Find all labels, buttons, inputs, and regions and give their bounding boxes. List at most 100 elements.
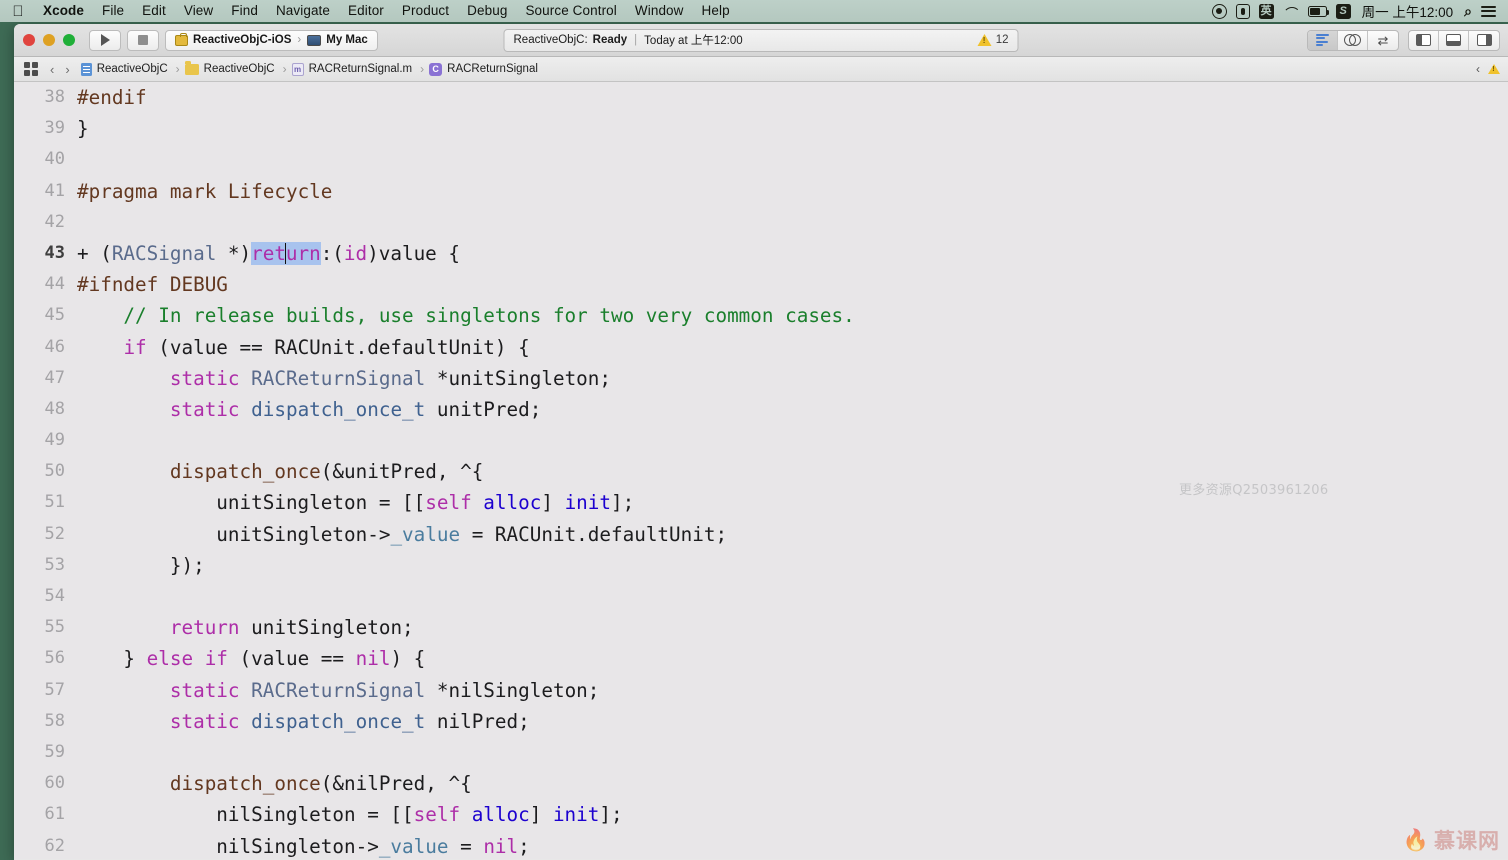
previous-issue-button[interactable]: ‹	[1476, 62, 1480, 76]
version-editor-button[interactable]: ⇄	[1368, 31, 1398, 50]
line-number: 49	[44, 430, 65, 451]
code-line[interactable]: 61 nilSingleton = [[self alloc] init];	[14, 799, 1508, 830]
menu-item-find[interactable]: Find	[222, 2, 267, 20]
breadcrumb-symbol[interactable]: C RACReturnSignal	[429, 62, 538, 76]
code-line[interactable]: 44 #ifndef DEBUG	[14, 269, 1508, 300]
code-line[interactable]: 57 static RACReturnSignal *nilSingleton;	[14, 675, 1508, 706]
code-token: nilPred;	[425, 709, 530, 733]
status-warning-group[interactable]: 12	[977, 34, 1009, 46]
menu-bar-clock[interactable]: 周一 上午12:00	[1360, 1, 1456, 21]
source-code-editor[interactable]: 38 #endif 39} 40 41 #pragma mark Lifecycle 42 4…	[14, 82, 1508, 859]
warning-triangle-icon[interactable]	[1488, 64, 1500, 74]
menu-item-navigate[interactable]: Navigate	[267, 2, 339, 20]
breadcrumb-folder[interactable]: ReactiveObjC	[184, 61, 275, 75]
code-line[interactable]: 60 dispatch_once(&nilPred, ^{	[14, 768, 1508, 799]
imooc-logo-text: 慕课网	[1434, 829, 1500, 853]
toggle-utilities-button[interactable]	[1469, 31, 1499, 50]
sogou-input-icon[interactable]: S	[1335, 3, 1351, 19]
code-line[interactable]: 54	[14, 581, 1508, 612]
code-line-text: nilSingleton->_value = nil;	[76, 831, 529, 860]
menu-item-help[interactable]: Help	[693, 2, 739, 20]
navigate-back-button[interactable]: ‹	[50, 62, 59, 77]
line-number: 61	[44, 804, 65, 825]
flame-icon: 🔥	[1402, 828, 1429, 852]
menu-item-view[interactable]: View	[175, 2, 222, 20]
code-line[interactable]: 55 return unitSingleton;	[14, 612, 1508, 643]
code-line[interactable]: 38 #endif	[14, 82, 1508, 113]
code-token: dispatch_once_t	[251, 397, 426, 421]
code-token: dispatch_once	[169, 772, 321, 796]
menu-item-product[interactable]: Product	[393, 2, 458, 20]
code-token: });	[77, 553, 205, 577]
code-line[interactable]: 41 #pragma mark Lifecycle	[14, 176, 1508, 207]
related-items-icon[interactable]	[24, 62, 38, 76]
close-window-button[interactable]	[23, 34, 35, 46]
breadcrumb-file-label: RACReturnSignal.m	[308, 63, 413, 75]
breadcrumb-project[interactable]: ReactiveObjC	[80, 62, 168, 76]
control-center-icon[interactable]	[1481, 3, 1496, 19]
stop-button[interactable]	[127, 29, 159, 51]
code-line[interactable]: 46 if (value == RACUnit.defaultUnit) {	[14, 332, 1508, 363]
code-line[interactable]: 58 static dispatch_once_t nilPred;	[14, 706, 1508, 737]
breadcrumb-file[interactable]: m RACReturnSignal.m	[291, 62, 413, 76]
code-line[interactable]: 59	[14, 737, 1508, 768]
menu-item-edit[interactable]: Edit	[133, 2, 175, 20]
code-line-text: unitSingleton = [[self alloc] init];	[76, 487, 634, 518]
code-line[interactable]: 49	[14, 425, 1508, 456]
code-line[interactable]: 42	[14, 207, 1508, 238]
code-line[interactable]: 43 + (RACSignal *)return:(id)value {	[14, 238, 1508, 269]
jump-bar: ‹ › ReactiveObjC › ReactiveObjC › m RACR…	[14, 57, 1508, 82]
minimize-window-button[interactable]	[43, 34, 55, 46]
code-line[interactable]: 40	[14, 144, 1508, 175]
menu-item-editor[interactable]: Editor	[339, 2, 393, 20]
code-token: alloc	[471, 803, 530, 827]
status-time: Today at 上午12:00	[644, 35, 743, 47]
line-number: 40	[44, 149, 65, 170]
code-line[interactable]: 52 unitSingleton->_value = RACUnit.defau…	[14, 519, 1508, 550]
imooc-logo: 🔥 慕课网	[1403, 825, 1500, 855]
run-button[interactable]	[89, 29, 121, 51]
code-line[interactable]: 39}	[14, 113, 1508, 144]
code-line[interactable]: 53 });	[14, 550, 1508, 581]
code-token: if	[204, 647, 228, 671]
toggle-navigator-button[interactable]	[1409, 30, 1439, 50]
code-line-text: #ifndef DEBUG	[76, 269, 228, 300]
warning-triangle-icon	[977, 34, 992, 46]
editor-mode-segmented-control: ⇄	[1307, 29, 1399, 51]
code-line[interactable]: 56 } else if (value == nil) {	[14, 643, 1508, 674]
code-line[interactable]: 48 static dispatch_once_t unitPred;	[14, 394, 1508, 425]
line-number: 50	[44, 461, 65, 482]
spotlight-search-icon[interactable]: ⌕	[1464, 3, 1472, 19]
selected-token: ret	[251, 241, 286, 265]
scheme-selector[interactable]: ReactiveObjC-iOS › My Mac	[165, 29, 378, 51]
assistant-editor-button[interactable]	[1338, 30, 1368, 50]
standard-editor-button[interactable]	[1308, 30, 1338, 50]
menu-item-window[interactable]: Window	[626, 2, 693, 20]
xcode-toolbar: ReactiveObjC-iOS › My Mac ReactiveObjC: …	[14, 24, 1508, 57]
code-line[interactable]: 47 static RACReturnSignal *unitSingleton…	[14, 363, 1508, 394]
code-line-text: if (value == RACUnit.defaultUnit) {	[76, 332, 529, 363]
battery-charging-icon[interactable]	[1307, 3, 1330, 19]
code-line[interactable]: 45 // In release builds, use singletons …	[14, 300, 1508, 331]
record-icon[interactable]	[1211, 3, 1227, 19]
code-line[interactable]: 62 nilSingleton->_value = nil;	[14, 831, 1508, 860]
line-number: 46	[44, 336, 65, 357]
toggle-debug-area-button[interactable]	[1439, 30, 1469, 50]
code-line-text: #pragma mark Lifecycle	[76, 176, 332, 207]
menu-item-source-control[interactable]: Source Control	[516, 2, 625, 20]
zoom-window-button[interactable]	[63, 34, 75, 46]
input-method-icon[interactable]: 英	[1258, 3, 1274, 19]
activity-status-bar[interactable]: ReactiveObjC: Ready | Today at 上午12:00 1…	[503, 28, 1019, 52]
wifi-icon[interactable]	[1283, 3, 1299, 19]
apple-logo-icon[interactable]: 	[10, 3, 26, 20]
breadcrumb-separator: ›	[175, 62, 180, 76]
menu-item-file[interactable]: File	[93, 2, 133, 20]
navigate-forward-button[interactable]: ›	[65, 62, 74, 77]
code-token: #ifndef DEBUG	[77, 273, 228, 297]
menu-item-xcode[interactable]: Xcode	[34, 2, 93, 20]
code-token: ];	[599, 803, 623, 827]
menu-item-debug[interactable]: Debug	[458, 2, 516, 20]
microphone-icon[interactable]	[1235, 3, 1250, 19]
code-token: :(	[320, 241, 344, 265]
line-number: 45	[44, 305, 65, 326]
